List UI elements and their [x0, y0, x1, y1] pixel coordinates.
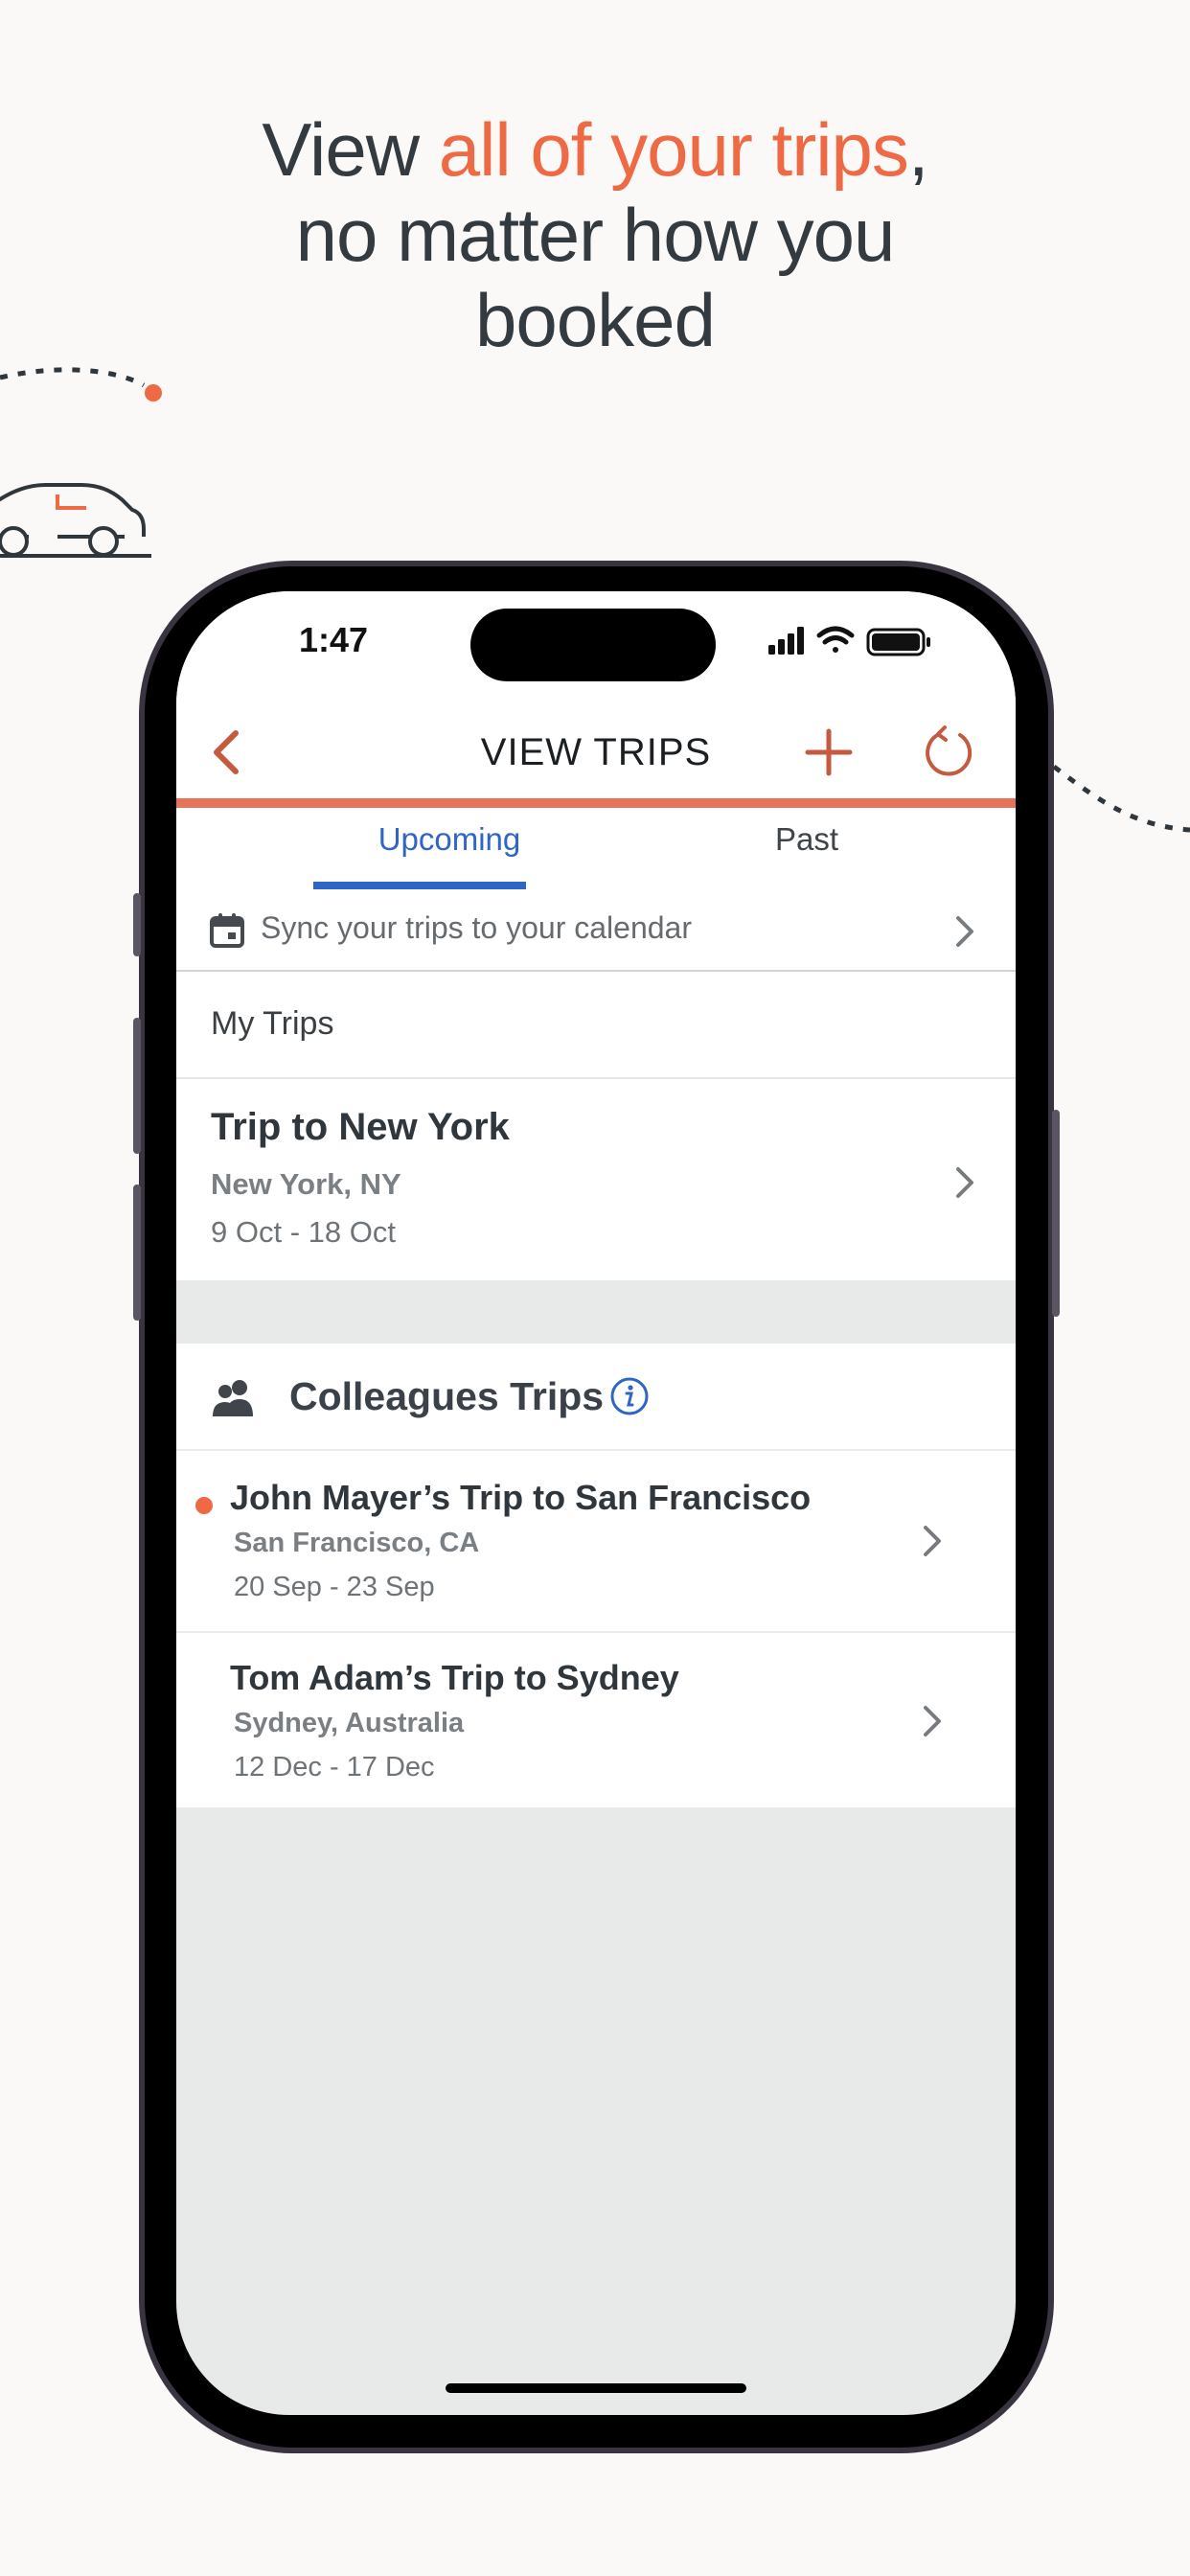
wifi-icon — [816, 626, 855, 653]
refresh-icon[interactable] — [918, 722, 979, 783]
colleagues-trips-label: Colleagues Trips — [289, 1374, 605, 1418]
trip-dates: 9 Oct - 18 Oct — [211, 1215, 396, 1249]
trip-title: John Mayer’s Trip to San Francisco — [230, 1478, 812, 1517]
headline-line-3: booked — [475, 278, 716, 362]
chevron-right-icon — [924, 1706, 941, 1736]
phone-volume-up — [133, 1018, 141, 1154]
page-title: VIEW TRIPS — [480, 731, 712, 773]
headline-line-2: no matter how you — [295, 193, 896, 277]
trip-card-new-york[interactable]: Trip to New York New York, NY 9 Oct - 18… — [176, 1079, 1016, 1280]
sync-calendar-label: Sync your trips to your calendar — [261, 910, 692, 945]
dotted-path-end-dot — [145, 384, 162, 402]
chevron-right-icon — [956, 1167, 973, 1198]
dynamic-island — [470, 609, 716, 681]
trip-title: Trip to New York — [211, 1106, 510, 1148]
status-bar: 1:47 — [176, 591, 1016, 706]
sync-calendar-row[interactable]: Sync your trips to your calendar — [176, 891, 1016, 972]
trip-location: San Francisco, CA — [234, 1528, 480, 1558]
phone-volume-down — [133, 1184, 141, 1321]
headline-line-1: View all of your trips, — [262, 107, 928, 192]
unread-dot — [195, 1497, 213, 1514]
dotted-path-left — [0, 367, 146, 388]
status-time: 1:47 — [299, 620, 369, 659]
trip-location: Sydney, Australia — [234, 1708, 465, 1738]
calendar-icon — [210, 913, 244, 948]
trips-tabs: Upcoming Past — [176, 808, 1016, 893]
tab-past[interactable]: Past — [735, 821, 879, 858]
trip-dates: 20 Sep - 23 Sep — [234, 1572, 435, 1602]
chevron-right-icon — [956, 916, 973, 947]
home-indicator[interactable] — [446, 2383, 746, 2393]
my-trips-header: My Trips — [176, 972, 1016, 1079]
phone-screen: 1:47 VIEW TRIPS Upcoming Past Sync your … — [176, 591, 1016, 2415]
colleagues-trips-header: Colleagues Trips — [176, 1344, 1016, 1451]
headline-accent: all of your trips — [438, 107, 909, 192]
phone-mute-switch — [133, 893, 141, 956]
trip-card-san-francisco[interactable]: John Mayer’s Trip to San Francisco San F… — [176, 1451, 1016, 1633]
info-icon[interactable] — [609, 1376, 650, 1416]
phone-power-button — [1052, 1110, 1060, 1317]
nav-bar: VIEW TRIPS — [176, 706, 1016, 808]
my-trips-label: My Trips — [211, 1005, 334, 1042]
marketing-headline: View all of your trips, no matter how yo… — [0, 107, 1190, 363]
battery-icon — [866, 628, 930, 656]
trip-location: New York, NY — [211, 1167, 401, 1201]
signal-icon — [768, 627, 804, 655]
trip-dates: 12 Dec - 17 Dec — [234, 1752, 435, 1782]
chevron-right-icon — [924, 1526, 941, 1556]
tab-upcoming[interactable]: Upcoming — [344, 821, 555, 858]
add-icon[interactable] — [798, 722, 859, 783]
trip-title: Tom Adam’s Trip to Sydney — [230, 1658, 679, 1697]
tab-active-indicator — [313, 882, 526, 889]
dotted-path-right — [1052, 765, 1190, 833]
status-icons — [768, 626, 930, 656]
car-window-accent — [56, 494, 86, 510]
car-icon — [0, 482, 151, 558]
people-icon — [213, 1380, 253, 1416]
trip-card-sydney[interactable]: Tom Adam’s Trip to Sydney Sydney, Austra… — [176, 1633, 1016, 1807]
